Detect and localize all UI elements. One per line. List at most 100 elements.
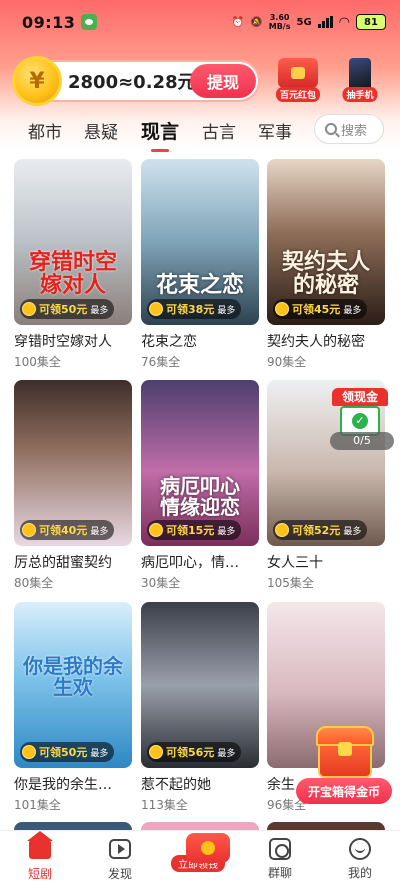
- tab-junshi[interactable]: 军事: [258, 118, 292, 143]
- drama-card[interactable]: 病厄叩心 情缘迎恋 可领15元 最多 病厄叩心，情… 30集全: [141, 380, 259, 591]
- coin-icon: [275, 523, 289, 537]
- next-row-poster: [14, 822, 132, 830]
- tab-xianyan[interactable]: 现言: [141, 117, 180, 152]
- nav-label: 群聊: [267, 866, 292, 880]
- drama-card[interactable]: 契约夫人的秘密 可领45元 最多 契约夫人的秘密 90集全: [267, 159, 385, 370]
- mute-icon: 🔕: [250, 16, 263, 28]
- treasure-chest-icon[interactable]: [314, 726, 376, 778]
- reward-amount: 可领50元: [39, 746, 88, 759]
- drama-episodes: 100集全: [14, 355, 61, 369]
- tab-xuanyi[interactable]: 悬疑: [84, 118, 118, 143]
- red-packet-label: 百元红包: [275, 87, 321, 102]
- reward-note: 最多: [90, 526, 109, 537]
- coin-icon: [22, 523, 36, 537]
- poster-title: 契约夫人的秘密: [281, 249, 370, 298]
- drama-title: 惹不起的她: [141, 777, 211, 793]
- next-row-poster: [267, 822, 385, 830]
- status-bar: 09:13 ⏰ 🔕 3.60 MB/s 5G ◠ 81: [0, 0, 400, 44]
- nav-group-chat[interactable]: 群聊: [250, 837, 310, 881]
- red-packet-icon: [278, 58, 318, 88]
- smiley-icon: [349, 838, 371, 860]
- status-icons: ⏰ 🔕 3.60 MB/s 5G ◠ 81: [232, 13, 386, 31]
- drama-title: 契约夫人的秘密: [267, 334, 365, 350]
- coin-icon: [149, 302, 163, 316]
- drama-card[interactable]: 花束之恋 可领38元 最多 花束之恋 76集全: [141, 159, 259, 370]
- active-tab-indicator: [151, 148, 169, 152]
- signal-icon: [317, 16, 333, 28]
- red-envelope-icon: [186, 833, 230, 863]
- search-box[interactable]: 搜索: [314, 114, 384, 144]
- phone-lottery-promo[interactable]: 抽手机: [330, 58, 390, 102]
- reward-badge: 可领15元 最多: [147, 520, 242, 540]
- nav-short-drama[interactable]: 短剧: [10, 831, 70, 882]
- drama-episodes: 113集全: [141, 798, 188, 812]
- drama-poster: 花束之恋 可领38元 最多: [141, 159, 259, 325]
- reward-amount: 可领40元: [39, 524, 88, 537]
- search-placeholder: 搜索: [341, 123, 368, 139]
- home-icon: [27, 831, 53, 859]
- nav-discover[interactable]: 发现: [90, 837, 150, 882]
- poster-title: 你是我的余生欢: [23, 654, 123, 699]
- reward-badge: 可领50元 最多: [20, 299, 115, 319]
- drama-episodes: 90集全: [267, 355, 307, 369]
- drama-poster: 契约夫人的秘密 可领45元 最多: [267, 159, 385, 325]
- drama-title: 病厄叩心，情…: [141, 555, 239, 571]
- reward-amount: 可领38元: [166, 303, 215, 316]
- drama-title: 你是我的余生…: [14, 777, 112, 793]
- coin-icon: [22, 745, 36, 759]
- drama-poster: 穿错时空嫁对人 可领50元 最多: [14, 159, 132, 325]
- coin-balance-bar[interactable]: ¥ 2800≈0.28元 提现: [12, 56, 260, 106]
- drama-title: 厉总的甜蜜契约: [14, 555, 112, 571]
- network-type: 5G: [296, 16, 312, 28]
- drama-card[interactable]: 你是我的余生欢 可领50元 最多 你是我的余生… 101集全: [14, 602, 132, 813]
- check-icon: ✓: [352, 413, 368, 429]
- open-chest-button[interactable]: 开宝箱得金币: [296, 778, 392, 804]
- red-packet-promo[interactable]: 百元红包: [268, 58, 328, 102]
- drama-poster: 可领40元 最多: [14, 380, 132, 546]
- drama-title: 女人三十: [267, 555, 323, 571]
- reward-note: 最多: [217, 748, 236, 759]
- reward-badge: 可领40元 最多: [20, 520, 115, 540]
- tab-xianyan-label: 现言: [141, 120, 180, 143]
- reward-badge: 可领52元 最多: [273, 520, 368, 540]
- reward-note: 最多: [217, 305, 236, 316]
- drama-title: 穿错时空嫁对人: [14, 334, 112, 350]
- nav-label: 短剧: [27, 867, 52, 881]
- coin-amount: 2800≈0.28元: [68, 72, 196, 93]
- drama-episodes: 80集全: [14, 576, 54, 590]
- tab-dushi[interactable]: 都市: [28, 118, 62, 143]
- coin-icon: [149, 523, 163, 537]
- drama-episodes: 76集全: [141, 355, 181, 369]
- reward-badge: 可领50元 最多: [20, 742, 115, 762]
- reward-note: 最多: [343, 305, 362, 316]
- drama-card[interactable]: 穿错时空嫁对人 可领50元 最多 穿错时空嫁对人 100集全: [14, 159, 132, 370]
- wechat-notification-icon: [81, 14, 98, 30]
- poster-title: 病厄叩心 情缘迎恋: [160, 474, 240, 519]
- reward-amount: 可领45元: [292, 303, 341, 316]
- battery-indicator: 81: [356, 14, 386, 30]
- drama-card[interactable]: 可领56元 最多 惹不起的她 113集全: [141, 602, 259, 813]
- reward-note: 最多: [90, 748, 109, 759]
- reward-amount: 可领56元: [166, 746, 215, 759]
- nav-label: 我的: [347, 866, 372, 880]
- drama-title: 花束之恋: [141, 334, 197, 350]
- cash-reward-label: 领现金: [332, 388, 388, 406]
- nav-earn-money[interactable]: 立即领钱: [168, 833, 230, 872]
- drama-poster: 可领56元 最多: [141, 602, 259, 768]
- drama-episodes: 30集全: [141, 576, 181, 590]
- gold-coin-icon: ¥: [12, 56, 62, 106]
- reward-amount: 可领15元: [166, 524, 215, 537]
- drama-episodes: 105集全: [267, 576, 314, 590]
- chest-lock: [338, 742, 352, 756]
- coin-icon: [275, 302, 289, 316]
- status-time: 09:13: [22, 12, 76, 32]
- tab-guyan[interactable]: 古言: [202, 118, 236, 143]
- next-row-poster: [141, 822, 259, 830]
- reward-amount: 可领52元: [292, 524, 341, 537]
- reward-badge: 可领38元 最多: [147, 299, 242, 319]
- nav-profile[interactable]: 我的: [330, 837, 390, 881]
- poster-title: 穿错时空嫁对人: [28, 249, 117, 298]
- drama-card[interactable]: 可领40元 最多 厉总的甜蜜契约 80集全: [14, 380, 132, 591]
- withdraw-button[interactable]: 提现: [190, 64, 256, 98]
- wifi-icon: ◠: [338, 14, 350, 30]
